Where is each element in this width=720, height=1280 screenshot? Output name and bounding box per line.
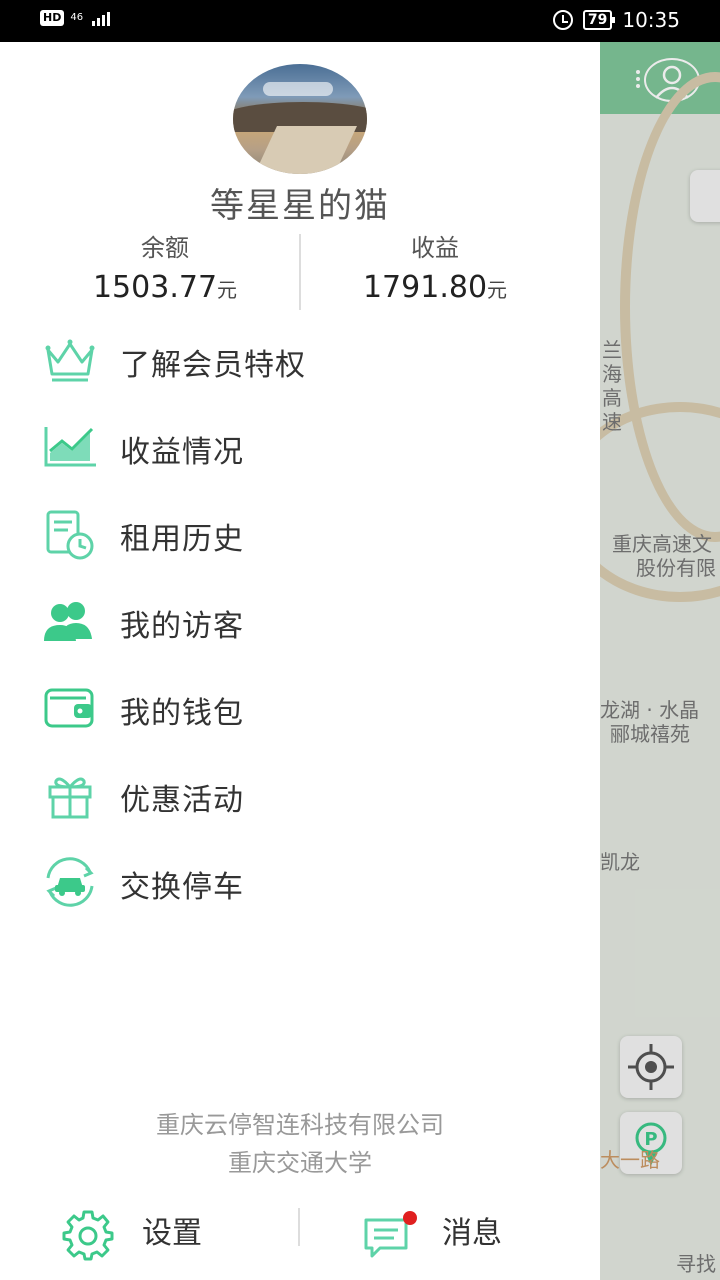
settings-button[interactable]: 设置 bbox=[60, 1200, 240, 1261]
menu-item-promotions[interactable]: 优惠活动 bbox=[0, 753, 600, 840]
income-value-line: 1791.80元 bbox=[285, 266, 585, 312]
menu-label: 租用历史 bbox=[120, 521, 244, 557]
menu-label: 我的钱包 bbox=[120, 695, 244, 731]
message-icon bbox=[364, 1211, 417, 1258]
menu-label: 我的访客 bbox=[120, 608, 244, 644]
history-icon bbox=[46, 510, 94, 560]
balance-stat[interactable]: 余额 1503.77元 bbox=[15, 230, 315, 312]
balance-label: 余额 bbox=[141, 234, 189, 262]
network-type: 46 bbox=[70, 12, 84, 23]
crown-icon bbox=[45, 339, 95, 382]
menu-item-wallet[interactable]: 我的钱包 bbox=[0, 666, 600, 753]
income-label: 收益 bbox=[411, 234, 459, 262]
battery-indicator: 79 bbox=[582, 10, 616, 30]
drawer-bottom-bar: 设置 消息 bbox=[0, 1192, 600, 1272]
gear-icon bbox=[62, 1210, 114, 1261]
menu-item-rental-history[interactable]: 租用历史 bbox=[0, 492, 600, 579]
notification-dot bbox=[403, 1211, 417, 1225]
chart-icon bbox=[44, 427, 96, 467]
status-left: HD 46 bbox=[40, 10, 111, 26]
hd-indicator: HD bbox=[40, 10, 65, 26]
balance-value: 1503.77 bbox=[92, 270, 218, 305]
menu-label: 优惠活动 bbox=[120, 782, 244, 818]
clock: 10:35 bbox=[622, 8, 680, 32]
drawer-scrim[interactable] bbox=[600, 42, 720, 1280]
visitors-icon bbox=[44, 602, 92, 641]
messages-label: 消息 bbox=[442, 1216, 502, 1251]
gift-icon bbox=[48, 777, 92, 819]
wallet-icon bbox=[44, 688, 94, 728]
menu-label: 交换停车 bbox=[120, 869, 244, 905]
messages-button[interactable]: 消息 bbox=[360, 1200, 540, 1260]
menu-label: 了解会员特权 bbox=[120, 347, 306, 383]
username: 等星星的猫 bbox=[210, 186, 390, 226]
account-stats: 余额 1503.77元 收益 1791.80元 bbox=[0, 230, 600, 310]
settings-label: 设置 bbox=[142, 1216, 202, 1251]
menu-item-visitors[interactable]: 我的访客 bbox=[0, 579, 600, 666]
balance-value-line: 1503.77元 bbox=[15, 266, 315, 312]
balance-unit: 元 bbox=[217, 278, 238, 302]
income-unit: 元 bbox=[487, 278, 508, 302]
university-name: 重庆交通大学 bbox=[228, 1149, 372, 1177]
income-stat[interactable]: 收益 1791.80元 bbox=[285, 230, 585, 312]
status-right: 79 10:35 bbox=[552, 8, 680, 32]
navigation-drawer: 等星星的猫 余额 1503.77元 收益 1791.80元 了解会员特权 收益情… bbox=[0, 42, 600, 1280]
bottom-divider bbox=[298, 1208, 300, 1246]
alarm-icon bbox=[552, 10, 573, 30]
company-name: 重庆云停智连科技有限公司 bbox=[156, 1111, 444, 1139]
menu-label: 收益情况 bbox=[120, 434, 244, 470]
menu-item-membership[interactable]: 了解会员特权 bbox=[0, 318, 600, 405]
status-bar: HD 46 79 10:35 bbox=[0, 0, 720, 42]
avatar[interactable] bbox=[233, 64, 367, 174]
signal-icon bbox=[92, 10, 111, 26]
drawer-menu: 了解会员特权 收益情况 租用历史 我的访客 我的钱包 优惠活动 交换停车 bbox=[0, 318, 600, 927]
car-swap-icon bbox=[46, 857, 94, 907]
menu-item-earnings[interactable]: 收益情况 bbox=[0, 405, 600, 492]
menu-item-parking-swap[interactable]: 交换停车 bbox=[0, 840, 600, 927]
income-value: 1791.80 bbox=[362, 270, 488, 305]
company-footer: 重庆云停智连科技有限公司 重庆交通大学 bbox=[0, 1106, 600, 1182]
